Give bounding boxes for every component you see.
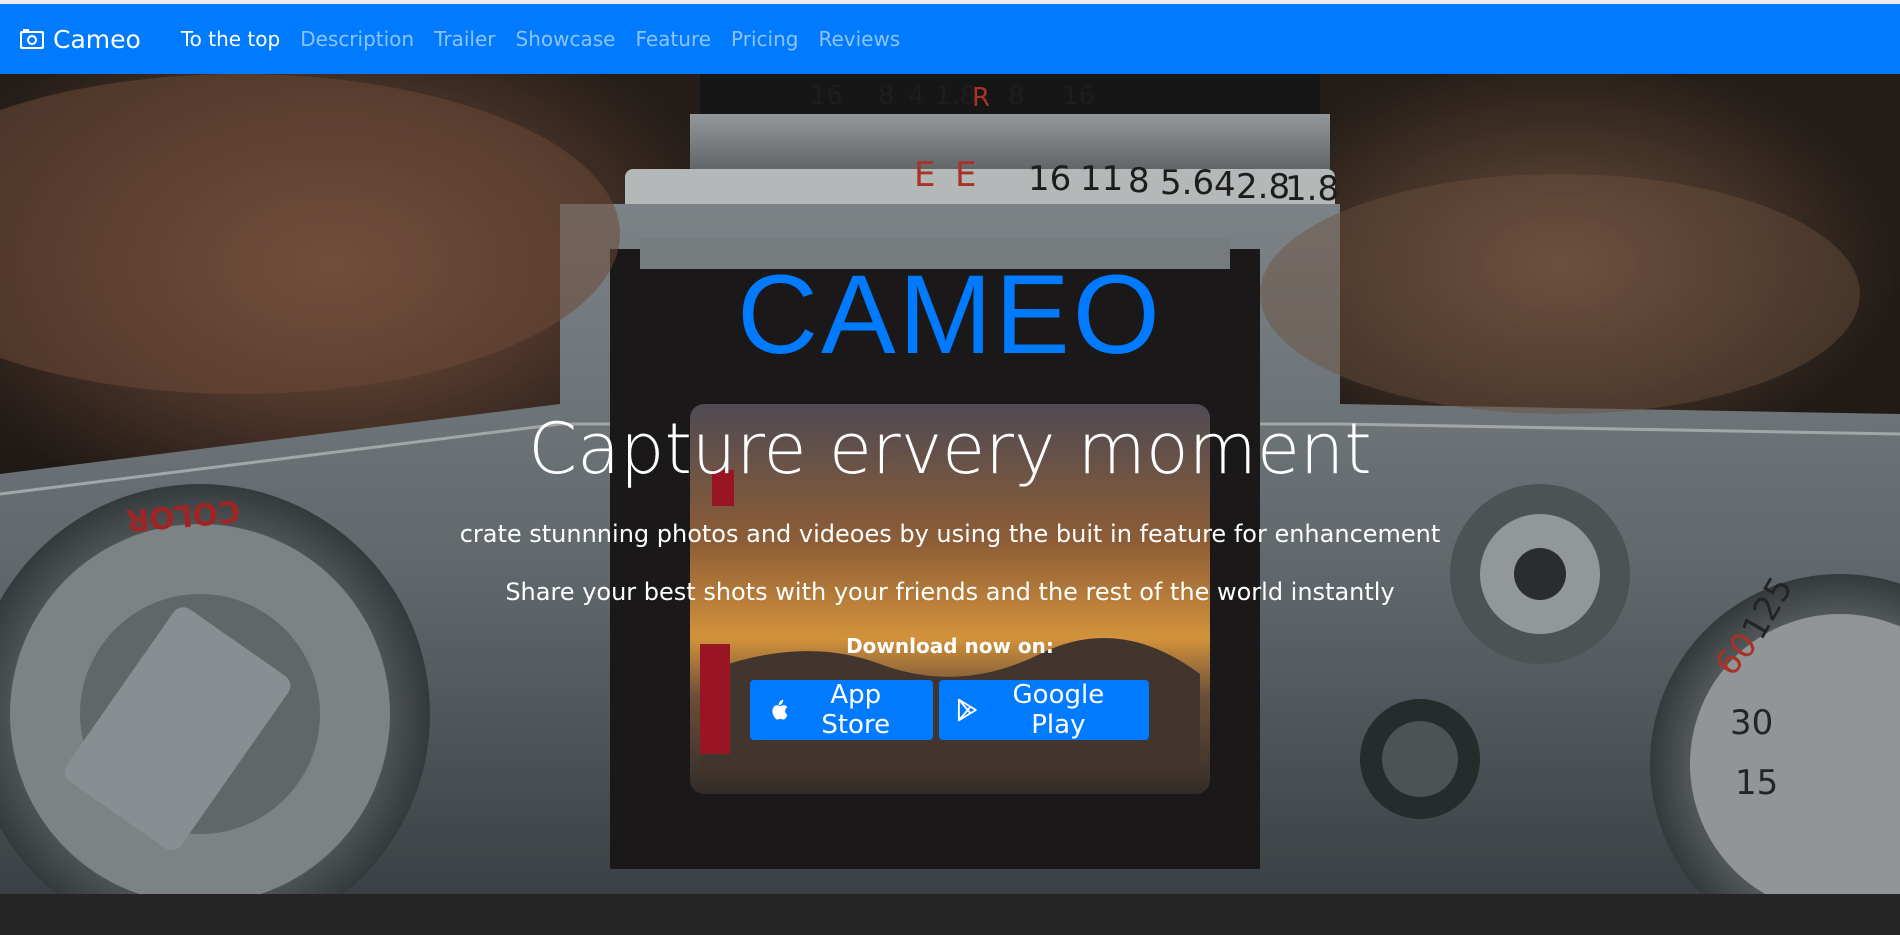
hero-tagline-2: Share your best shots with your friends … xyxy=(505,578,1395,606)
apple-icon xyxy=(772,699,788,720)
google-play-label: Google Play xyxy=(1012,680,1105,740)
hero-content: CAMEO Capture ervery moment crate stunnn… xyxy=(0,74,1900,935)
hero-tagline-1: crate stunnning photos and videoes by us… xyxy=(459,520,1441,548)
download-label: Download now on: xyxy=(846,634,1054,658)
top-navbar: Cameo To the top Description Trailer Sho… xyxy=(0,4,1900,74)
nav-link-description[interactable]: Description xyxy=(300,27,414,51)
google-play-icon xyxy=(957,698,977,722)
google-play-button[interactable]: Google Play xyxy=(939,680,1149,740)
hero-title: CAMEO xyxy=(737,252,1163,377)
brand-name: Cameo xyxy=(53,24,141,54)
nav-link-pricing[interactable]: Pricing xyxy=(731,27,798,51)
nav-link-feature[interactable]: Feature xyxy=(635,27,711,51)
camera-icon xyxy=(20,29,44,49)
brand-link[interactable]: Cameo xyxy=(19,25,141,54)
hero-section: 16 8 4 1.8 R 8 16 EE 16 11 8 5.6 4 2.8 1.8 COLOR… xyxy=(0,74,1900,935)
store-buttons: App Store Google Play xyxy=(750,680,1149,740)
nav-link-to-the-top[interactable]: To the top xyxy=(181,27,280,51)
nav-link-trailer[interactable]: Trailer xyxy=(434,27,495,51)
app-store-button[interactable]: App Store xyxy=(750,680,933,740)
hero-heading: Capture ervery moment xyxy=(528,408,1372,490)
nav-link-reviews[interactable]: Reviews xyxy=(818,27,900,51)
nav-link-showcase[interactable]: Showcase xyxy=(516,27,616,51)
app-store-label: App Store xyxy=(821,680,891,740)
